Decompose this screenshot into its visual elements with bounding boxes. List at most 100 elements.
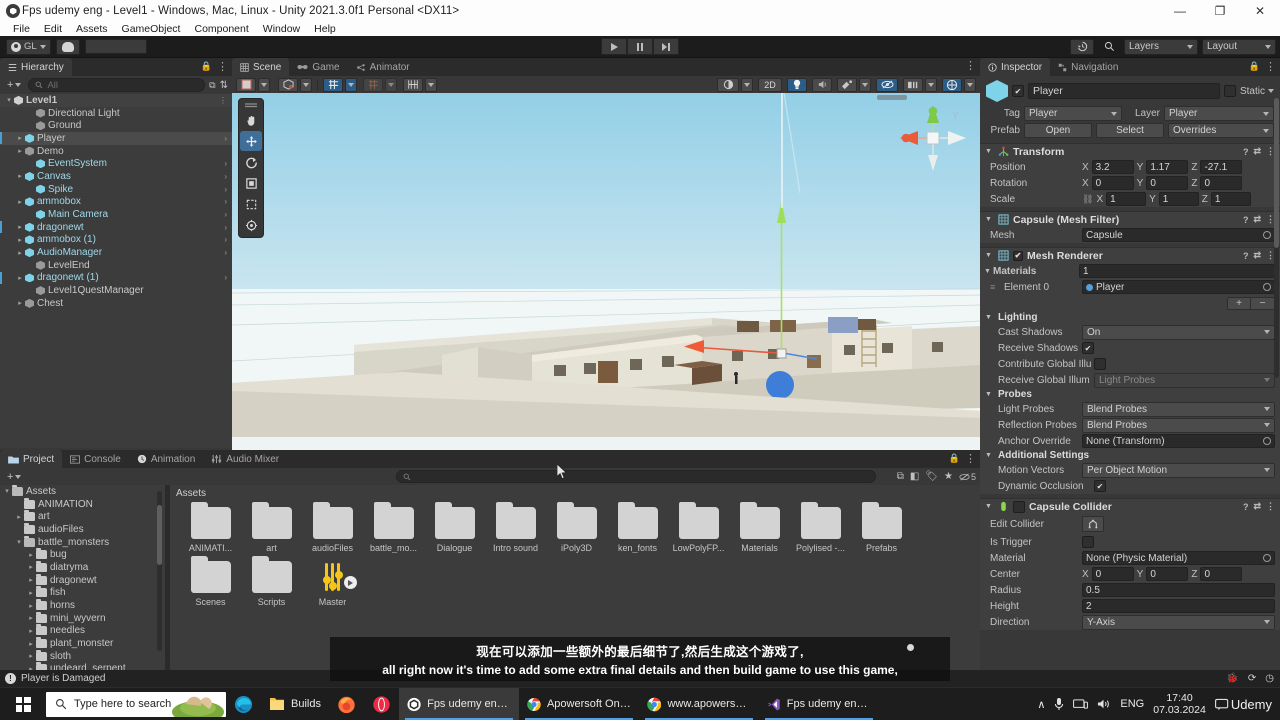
receive-shadows-checkbox[interactable] [1082,342,1094,354]
scale-z-input[interactable]: 1 [1210,192,1251,206]
inspector-menu-icon[interactable]: ⋮ [1265,61,1276,72]
project-menu-icon[interactable]: ⋮ [965,453,976,464]
project-add-button[interactable]: + [4,470,24,484]
hierarchy-item-dragonewt[interactable]: ▸ dragonewt › [0,221,232,234]
remove-material-button[interactable]: − [1251,296,1275,310]
layer-dropdown[interactable]: Player [1164,106,1274,121]
asset-item[interactable]: ken_fonts [607,502,668,553]
tab-project[interactable]: Project [0,450,63,468]
scene-context-menu-icon[interactable]: ⋮ [219,96,227,105]
static-checkbox[interactable] [1223,85,1236,97]
foldout-arrow-icon[interactable]: ▾ [4,96,14,104]
cloud-button[interactable] [55,38,80,55]
rect-tool-button[interactable] [240,194,262,214]
rotate-tool-button[interactable] [240,152,262,172]
shading-mode-button[interactable] [236,77,256,92]
hierarchy-item-level1[interactable]: ▾ Level1 ⋮ [0,94,232,107]
tab-inspector[interactable]: Inspector [980,58,1051,76]
grid-snap-button[interactable] [323,77,343,92]
grid-snap-dropdown[interactable] [345,77,357,92]
mesh-filter-header[interactable]: ▼ Capsule (Mesh Filter) ? ⇄ ⋮ [980,211,1280,227]
rotation-y-input[interactable]: 0 [1146,176,1189,190]
hierarchy-item-main-camera[interactable]: Main Camera › [0,208,232,221]
taskbar-item-unity[interactable]: Fps udemy eng - L... [398,688,519,720]
asset-item[interactable]: Dialogue [424,502,485,553]
cast-shadows-dropdown[interactable]: On [1082,324,1275,340]
light-probes-dropdown[interactable]: Blend Probes [1082,401,1275,417]
hierarchy-item-audiomanager[interactable]: ▸ AudioManager › [0,246,232,259]
hierarchy-item-ammobox-1[interactable]: ▸ ammobox (1) › [0,234,232,247]
tab-game[interactable]: Game [289,58,347,76]
object-picker-icon[interactable] [1263,283,1271,291]
layers-dropdown[interactable]: Layers [1124,38,1198,55]
radius-input[interactable]: 0.5 [1082,583,1275,597]
taskbar-item-edge[interactable] [226,688,261,720]
help-icon[interactable]: ? [1243,251,1249,261]
transform-tool-button[interactable] [240,215,262,235]
search-in-scene-icon[interactable]: ⧉ [897,471,904,482]
snap-increment-button[interactable] [403,77,423,92]
prefab-open-button[interactable]: Open [1024,123,1092,138]
foldout-arrow-icon[interactable]: ▾ [14,538,24,546]
foldout-arrow-icon[interactable]: ▸ [26,627,36,635]
foldout-arrow-icon[interactable]: ▸ [15,147,25,155]
project-tree-scrollbar[interactable] [157,491,162,651]
foldout-arrow-icon[interactable]: ▸ [15,274,25,282]
taskbar-item-apowersoft-online[interactable]: Apowersoft Online ... [519,688,639,720]
hierarchy-item-level1questmanager[interactable]: Level1QuestManager [0,284,232,297]
row-expand-chevron-icon[interactable]: › [224,197,227,206]
volume-icon[interactable] [1097,698,1111,710]
tools-drag-handle[interactable] [240,101,262,109]
object-enabled-checkbox[interactable] [1012,85,1024,97]
asset-item[interactable]: Scripts [241,556,302,607]
scene-lighting-button[interactable] [787,77,807,92]
help-icon[interactable]: ? [1243,215,1249,225]
inspector-scrollbar[interactable] [1274,98,1279,378]
snap-increment-dropdown[interactable] [425,77,437,92]
project-folder-tree[interactable]: ▾ Assets ANIMATION ▸ art audioFiles ▾ battle_mo… [0,485,165,670]
additional-settings-section[interactable]: ▼ Additional Settings [980,449,1280,462]
mesh-renderer-header[interactable]: ▼ Mesh Renderer ? ⇄ ⋮ [980,247,1280,263]
row-expand-chevron-icon[interactable]: › [224,223,227,232]
height-input[interactable]: 2 [1082,599,1275,613]
foldout-arrow-icon[interactable]: ▸ [14,513,24,521]
hierarchy-item-ammobox[interactable]: ▸ ammobox › [0,196,232,209]
taskbar-clock[interactable]: 17:40 07.03.2024 [1153,692,1206,716]
taskbar-search-input[interactable]: Type here to search [46,691,226,717]
asset-item[interactable]: battle_mo... [363,502,424,553]
hand-tool-button[interactable] [240,110,262,130]
row-expand-chevron-icon[interactable]: › [224,172,227,181]
add-material-button[interactable]: + [1227,296,1251,310]
project-lock-icon[interactable]: 🔒 [949,453,960,464]
search-button[interactable] [1098,39,1120,55]
row-expand-chevron-icon[interactable]: › [224,134,227,143]
probes-section[interactable]: ▼ Probes [980,388,1280,401]
help-icon[interactable]: ? [1243,502,1249,512]
pause-button[interactable] [627,38,653,55]
account-button[interactable]: GL [6,38,51,55]
hierarchy-tree[interactable]: ▾ Level1 ⋮ Directional Light Ground ▸ Player › ▸… [0,94,232,448]
scene-gizmos-dropdown[interactable] [925,77,937,92]
language-indicator[interactable]: ENG [1120,698,1144,710]
menu-item-component[interactable]: Component [187,22,255,36]
foldout-icon[interactable]: ▼ [985,391,994,398]
hierarchy-item-spike[interactable]: Spike › [0,183,232,196]
scene-gizmos-button[interactable] [903,77,923,92]
row-expand-chevron-icon[interactable]: › [224,185,227,194]
start-button[interactable] [0,688,46,720]
asset-item[interactable]: iPoly3D [546,502,607,553]
foldout-arrow-icon[interactable]: ▸ [26,563,36,571]
foldout-arrow-icon[interactable]: ▸ [15,172,25,180]
collider-enabled-checkbox[interactable] [1013,500,1025,513]
foldout-arrow-icon[interactable]: ▸ [15,134,25,142]
project-folder-horns[interactable]: ▸ horns [0,599,165,612]
draw-mode-dropdown[interactable] [741,77,753,92]
asset-item[interactable]: Scenes [180,556,241,607]
tab-scene[interactable]: Scene [232,58,290,76]
hierarchy-filter-icon[interactable]: ⧉ [209,80,215,91]
gizmo-mode-dropdown[interactable] [300,77,312,92]
foldout-icon[interactable]: ▼ [985,252,994,259]
menu-item-help[interactable]: Help [307,22,343,36]
contribute-gi-checkbox[interactable] [1094,358,1106,370]
maximize-button[interactable]: ❐ [1200,0,1240,22]
